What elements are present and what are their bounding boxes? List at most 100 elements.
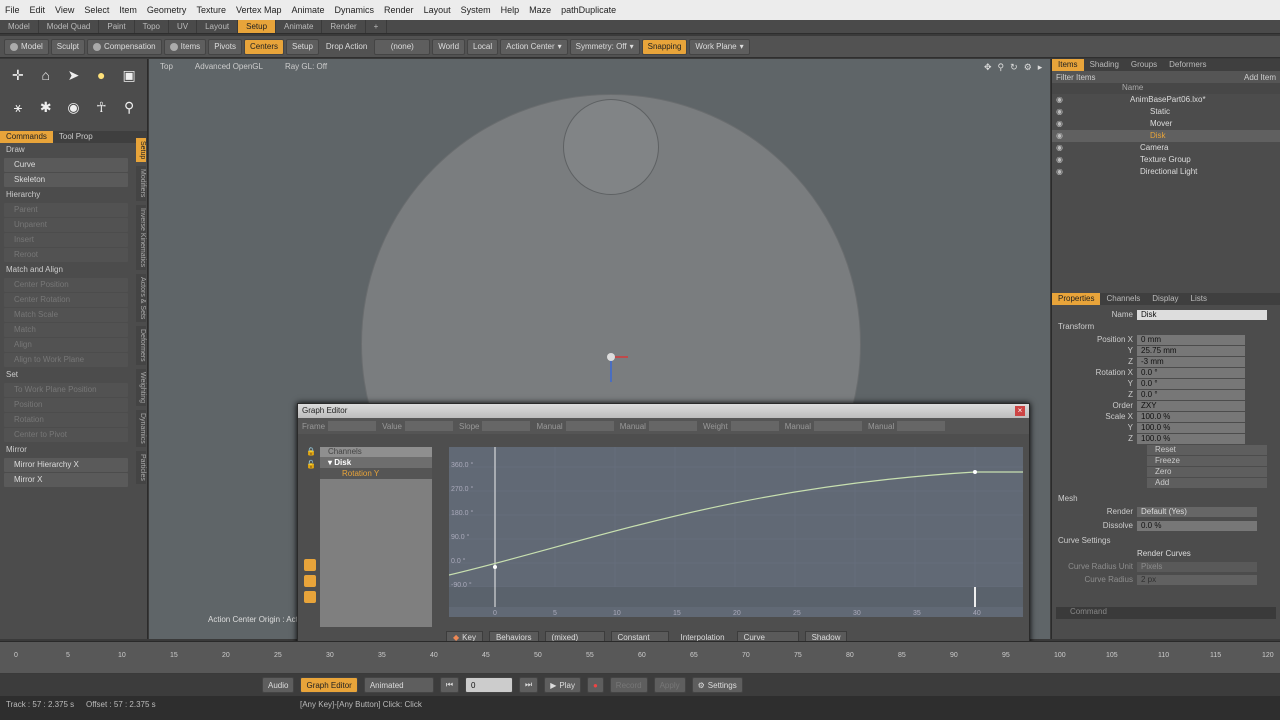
command-unparent[interactable]: Unparent [4,218,128,232]
tab-model[interactable]: Model [0,20,39,33]
tab-commands[interactable]: Commands [0,131,53,143]
apply-button[interactable]: Apply [653,677,686,693]
tab-shading[interactable]: Shading [1084,59,1125,71]
time-range-bar[interactable] [449,587,1023,607]
command-parent[interactable]: Parent [4,203,128,217]
scene-item[interactable]: ◉ Camera [1052,142,1280,154]
scene-item[interactable]: ◉ Disk [1052,130,1280,142]
action-center-select[interactable]: Action Center ▾ [500,38,568,55]
dissolve-field[interactable]: 0.0 % [1137,520,1257,531]
drop-action-select[interactable]: (none) [374,38,431,55]
scene-item[interactable]: ◉ Directional Light [1052,166,1280,178]
zoom-view-icon[interactable]: ⚲ [998,62,1005,73]
property-value-field[interactable]: -3 mm [1137,356,1245,367]
record-icon[interactable]: ● [586,677,604,693]
property-value-field[interactable]: ZXY [1137,400,1245,411]
command-mirror-hierarchy-x[interactable]: Mirror Hierarchy X [4,458,128,472]
mesh-section[interactable]: Mesh [1052,492,1280,506]
world-button[interactable]: World [432,38,466,55]
local-button[interactable]: Local [467,38,499,55]
graph-toolbar-input[interactable] [730,421,779,431]
raygl-toggle[interactable]: Ray GL: Off [285,62,327,71]
snap-icon[interactable] [304,591,316,603]
animation-curve[interactable] [449,471,1023,576]
graph-toolbar-input[interactable] [482,421,531,431]
scene-item[interactable]: ◉ Static [1052,106,1280,118]
vtab-actors-sets[interactable]: Actors & Sets [136,273,146,323]
graph-editor-title[interactable]: Graph Editor [298,404,1029,418]
compensation-button[interactable]: Compensation [87,38,162,55]
scene-item[interactable]: ◉ AnimBasePart06.lxo* [1052,94,1280,106]
eye-icon[interactable]: ◉ [1052,142,1070,154]
vtab-dynamics[interactable]: Dynamics [136,409,146,447]
graph-toolbar-input[interactable] [405,421,453,431]
play-button[interactable]: ▶ Play [544,677,581,693]
tab-items[interactable]: Items [1052,59,1084,71]
vtab-setup[interactable]: Setup [136,138,146,163]
animated-select[interactable]: Animated [363,677,434,693]
tab-paint[interactable]: Paint [99,20,135,33]
tab-properties[interactable]: Properties [1052,293,1101,305]
joint-icon[interactable]: ⚹ [8,97,28,117]
command-align[interactable]: Align [4,338,128,352]
model-button[interactable]: Model [4,38,49,55]
timeline[interactable]: 0 5 10 15 20 25 30 35 40 45 50 55 60 65 70 75 80 85 90 95 10… [0,641,1280,673]
transform-zero-button[interactable]: Zero [1147,467,1267,477]
menu-item-edit[interactable]: Edit [25,5,51,15]
ik-icon[interactable]: ⚲ [119,97,139,117]
keyframe-start[interactable] [493,565,497,569]
menu-item-texture[interactable]: Texture [191,5,231,15]
items-button[interactable]: Items [163,38,207,55]
locator-icon[interactable]: ✛ [8,65,28,85]
command-skeleton[interactable]: Skeleton [4,173,128,187]
command-center-position[interactable]: Center Position [4,278,128,292]
curve-settings-section[interactable]: Curve Settings [1052,534,1280,548]
graph-editor-button[interactable]: Graph Editor [300,677,358,693]
menu-item-maze[interactable]: Maze [524,5,556,15]
scene-item[interactable]: ◉ Mover [1052,118,1280,130]
bone-icon[interactable]: ✱ [36,97,56,117]
menu-item-pathduplicate[interactable]: pathDuplicate [556,5,621,15]
tab-tool-properties[interactable]: Tool Prop [53,131,99,143]
symmetry-select[interactable]: Symmetry: Off ▾ [569,38,640,55]
eye-icon[interactable]: ◉ [1052,130,1070,142]
setup-button[interactable]: Setup [286,38,319,55]
graph-toolbar-input[interactable] [565,421,614,431]
menu-item-view[interactable]: View [50,5,79,15]
eye-icon[interactable]: ◉ [1052,166,1070,178]
render-select[interactable]: Default (Yes) [1137,506,1257,517]
graph-toolbar-input[interactable] [648,421,697,431]
graph-toolbar-input[interactable] [897,421,946,431]
transform-section[interactable]: Transform [1052,320,1280,334]
vtab-deformers[interactable]: Deformers [136,326,146,365]
menu-item-geometry[interactable]: Geometry [142,5,192,15]
audio-button[interactable]: Audio [262,677,295,693]
vtab-particles[interactable]: Particles [136,450,146,484]
property-value-field[interactable]: 0.0 ° [1137,367,1245,378]
frame-field[interactable]: 0 [465,677,514,693]
scene-item[interactable]: ◉ Texture Group [1052,154,1280,166]
tab-setup[interactable]: Setup [238,20,277,33]
tab-animate[interactable]: Animate [276,20,323,33]
tab-render[interactable]: Render [322,20,366,33]
render-curves-checkbox[interactable]: Render Curves [1137,549,1191,558]
tab-groups[interactable]: Groups [1125,59,1163,71]
menu-item-dynamics[interactable]: Dynamics [330,5,380,15]
transform-freeze-button[interactable]: Freeze [1147,456,1267,466]
view-mode-select[interactable]: Top [160,62,173,71]
sculpt-button[interactable]: Sculpt [50,38,86,55]
vtab-weighting[interactable]: Weighting [136,368,146,406]
command-align-to-work-plane[interactable]: Align to Work Plane [4,353,128,367]
jump-start-icon[interactable]: ⏮ [439,677,460,693]
vtab-modifiers[interactable]: Modifiers [136,166,146,201]
property-value-field[interactable]: 100.0 % [1137,422,1245,433]
menu-item-layout[interactable]: Layout [419,5,456,15]
tab-add[interactable]: + [366,20,388,33]
transform-add-button[interactable]: Add [1147,478,1267,488]
record-button[interactable]: Record [609,677,648,693]
knob-mesh[interactable] [563,99,659,195]
keyframe-end[interactable] [973,470,977,474]
property-value-field[interactable]: 100.0 % [1137,411,1245,422]
menu-item-animate[interactable]: Animate [286,5,329,15]
transform-reset-button[interactable]: Reset [1147,445,1267,455]
